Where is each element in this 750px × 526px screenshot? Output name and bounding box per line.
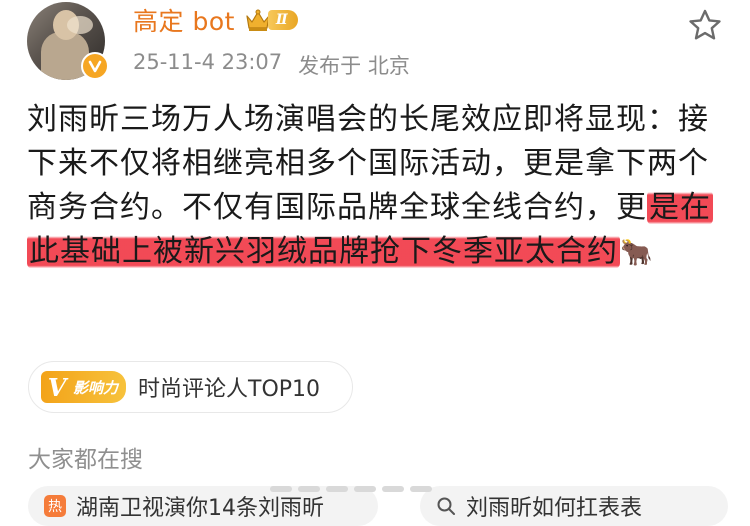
member-level-badge[interactable]: Ⅱ [245, 7, 298, 33]
post-timestamp: 25-11-4 23:07 [133, 50, 283, 74]
indicator-dot [410, 486, 432, 492]
author-header: 高定 bot Ⅱ [133, 4, 298, 36]
post-text-plain: 刘雨昕三场万人场演唱会的长尾效应即将显现：接下来不仅将相继亮相多个国际活动，更是… [27, 102, 709, 225]
influence-v-icon: V [47, 372, 67, 402]
indicator-dot [270, 486, 292, 492]
carousel-indicator [270, 486, 432, 492]
indicator-dot [326, 486, 348, 492]
influence-logo-text: 影响力 [73, 378, 119, 397]
post-location: 发布于 北京 [298, 54, 410, 78]
search-icon [437, 497, 455, 515]
author-avatar[interactable] [27, 2, 109, 80]
hot-tag-icon: 热 [44, 495, 66, 517]
trending-search-title: 大家都在搜 [28, 447, 143, 473]
influence-badge[interactable]: V 影响力 时尚评论人TOP10 [28, 361, 353, 413]
search-suggestion-text: 湖南卫视演你14条刘雨昕 [76, 496, 324, 521]
level-label: Ⅱ [267, 10, 298, 30]
indicator-dot [354, 486, 376, 492]
search-suggestion-text: 刘雨昕如何扛表表 [466, 496, 643, 521]
verified-v-badge-icon [81, 52, 109, 80]
indicator-dot [298, 486, 320, 492]
ox-emoji-icon: 🐂 [620, 238, 654, 268]
post-meta: 25-11-4 23:07 发布于 北京 [133, 50, 410, 80]
post-body: 刘雨昕三场万人场演唱会的长尾效应即将显现：接下来不仅将相继亮相多个国际活动，更是… [27, 98, 727, 275]
indicator-dot [382, 486, 404, 492]
influence-label: 时尚评论人TOP10 [138, 377, 321, 402]
search-suggestion[interactable]: 刘雨昕如何扛表表 [420, 486, 728, 526]
star-outline-icon[interactable] [687, 8, 723, 42]
author-name[interactable]: 高定 bot [133, 2, 235, 38]
search-suggestion[interactable]: 热 湖南卫视演你14条刘雨昕 [28, 486, 378, 526]
influence-logo: V 影响力 [41, 371, 127, 403]
trending-search-list: 热 湖南卫视演你14条刘雨昕 刘雨昕如何扛表表 [28, 486, 728, 526]
